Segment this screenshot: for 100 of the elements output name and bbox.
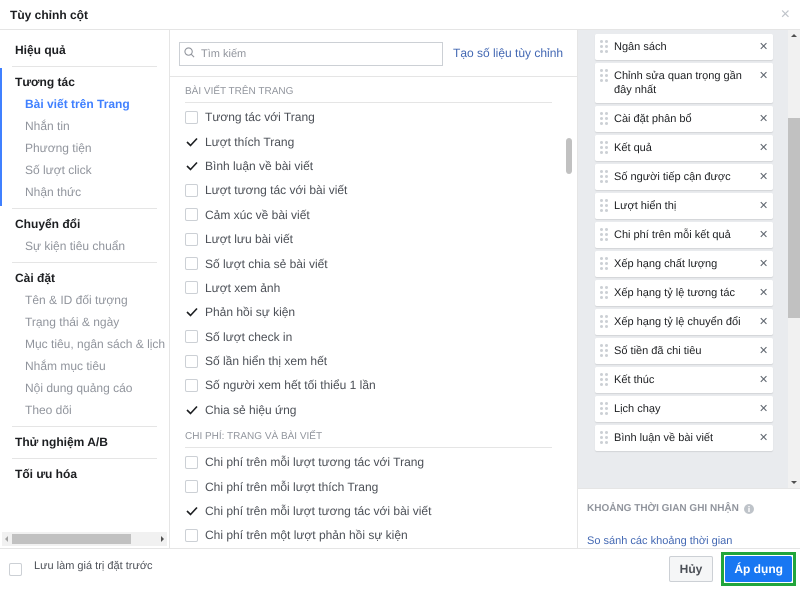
metric-label[interactable]: Số người xem hết tối thiểu 1 lần xyxy=(205,376,376,394)
checkbox[interactable] xyxy=(185,159,198,172)
column-label: Chỉnh sửa quan trọng gần đây nhất xyxy=(614,69,743,97)
column-chip[interactable]: Xếp hạng tỷ lệ chuyển đổi ✕ xyxy=(595,309,773,335)
checkbox[interactable] xyxy=(185,456,198,469)
remove-button[interactable]: ✕ xyxy=(759,199,768,213)
column-chip[interactable]: Lịch chạy ✕ xyxy=(595,396,773,422)
drag-handle-icon[interactable] xyxy=(600,170,608,183)
info-icon[interactable] xyxy=(744,504,754,514)
sidebar-section[interactable]: Hiệu quả xyxy=(15,41,66,59)
remove-button[interactable]: ✕ xyxy=(759,141,768,155)
checkbox[interactable] xyxy=(185,110,198,124)
remove-button[interactable]: ✕ xyxy=(759,257,768,271)
metric-label[interactable]: Phản hồi sự kiện xyxy=(205,303,296,322)
column-chip[interactable]: Bình luận về bài viết ✕ xyxy=(595,425,773,451)
column-chip[interactable]: Cài đặt phân bổ ✕ xyxy=(595,106,773,132)
remove-button[interactable]: ✕ xyxy=(759,112,768,126)
drag-handle-icon[interactable] xyxy=(600,228,608,241)
column-chip[interactable]: Chỉnh sửa quan trọng gần đây nhất ✕ xyxy=(595,63,773,103)
remove-button[interactable]: ✕ xyxy=(759,228,768,242)
column-chip[interactable]: Ngân sách ✕ xyxy=(595,34,773,60)
checkbox[interactable] xyxy=(185,403,198,416)
metric-label[interactable]: Cảm xúc về bài viết xyxy=(205,206,310,224)
sidebar-section[interactable]: Cài đặt xyxy=(15,269,56,287)
column-chip[interactable]: Xếp hạng chất lượng ✕ xyxy=(595,251,773,277)
checkbox[interactable] xyxy=(185,378,198,392)
drag-handle-icon[interactable] xyxy=(600,69,608,82)
checkbox[interactable] xyxy=(185,184,198,197)
metric-label[interactable]: Lượt thích Trang xyxy=(205,132,294,151)
remove-button[interactable]: ✕ xyxy=(759,373,768,387)
sidebar-section[interactable]: Tối ưu hóa xyxy=(15,465,78,483)
checkbox[interactable] xyxy=(185,354,198,368)
checkbox[interactable] xyxy=(185,135,198,148)
checkbox[interactable] xyxy=(9,562,22,576)
remove-button[interactable]: ✕ xyxy=(759,170,768,184)
drag-handle-icon[interactable] xyxy=(600,373,608,386)
column-chip[interactable]: Số tiền đã chi tiêu ✕ xyxy=(595,338,773,364)
column-chip[interactable]: Kết quả ✕ xyxy=(595,135,773,161)
sidebar-section[interactable]: Tương tác xyxy=(15,73,75,91)
drag-handle-icon[interactable] xyxy=(600,141,608,154)
metric-label[interactable]: Chi phí trên mỗi lượt tương tác với Trang xyxy=(205,453,424,472)
search-icon xyxy=(184,47,195,58)
metric-label[interactable]: Số lần hiển thị xem hết xyxy=(205,352,328,370)
checkbox[interactable] xyxy=(185,330,198,344)
column-chip[interactable]: Kết thúc ✕ xyxy=(595,367,773,393)
checkbox[interactable] xyxy=(185,480,198,494)
remove-button[interactable]: ✕ xyxy=(759,402,768,416)
drag-handle-icon[interactable] xyxy=(600,344,608,357)
remove-button[interactable]: ✕ xyxy=(759,315,768,329)
metric-label[interactable]: Chi phí trên mỗi lượt thích Trang xyxy=(205,478,378,496)
column-chip[interactable]: Số người tiếp cận được ✕ xyxy=(595,164,773,190)
column-label: Kết thúc xyxy=(614,373,656,387)
metric-label[interactable]: Tương tác với Trang xyxy=(205,108,315,126)
checkbox[interactable] xyxy=(185,306,198,319)
column-chip[interactable]: Chi phí trên mỗi kết quả ✕ xyxy=(595,222,773,248)
drag-handle-icon[interactable] xyxy=(600,40,608,53)
vertical-scrollbar[interactable] xyxy=(788,30,800,488)
column-chip[interactable]: Lượt hiển thị ✕ xyxy=(595,193,773,219)
metric-label[interactable]: Chi phí trên mỗi lượt tương tác với bài viết xyxy=(205,502,432,520)
scrollbar-thumb[interactable] xyxy=(566,138,572,174)
drag-handle-icon[interactable] xyxy=(600,315,608,328)
column-label: Lịch chạy xyxy=(614,402,662,416)
metric-label[interactable]: Số lượt chia sẻ bài viết xyxy=(205,254,328,273)
checkbox[interactable] xyxy=(185,257,198,270)
remove-button[interactable]: ✕ xyxy=(759,286,768,300)
remove-button[interactable]: ✕ xyxy=(759,344,768,358)
sidebar-item[interactable]: Bài viết trên Trang xyxy=(25,95,130,113)
remove-button[interactable]: ✕ xyxy=(759,69,768,83)
search-field[interactable]: Tìm kiếm xyxy=(179,42,443,66)
checkbox[interactable] xyxy=(185,232,198,246)
checkbox[interactable] xyxy=(185,208,198,222)
window-title: Tùy chỉnh cột xyxy=(10,6,88,24)
remove-button[interactable]: ✕ xyxy=(759,431,768,445)
drag-handle-icon[interactable] xyxy=(600,402,608,415)
metric-label[interactable]: Lượt tương tác với bài viết xyxy=(205,181,348,200)
metric-label[interactable]: Số lượt check in xyxy=(205,328,292,346)
drag-handle-icon[interactable] xyxy=(600,112,608,125)
save-preset-label[interactable]: Lưu làm giá trị đặt trước xyxy=(34,558,153,574)
drag-handle-icon[interactable] xyxy=(600,199,608,212)
drag-handle-icon[interactable] xyxy=(600,257,608,270)
column-chip[interactable]: Xếp hạng tỷ lệ tương tác ✕ xyxy=(595,280,773,306)
remove-button[interactable]: ✕ xyxy=(759,40,768,54)
column-label: Kết quả xyxy=(614,141,653,155)
sidebar-section[interactable]: Thử nghiệm A/B xyxy=(15,433,108,451)
checkbox[interactable] xyxy=(185,504,198,518)
apply-button[interactable]: Áp dụng xyxy=(725,556,792,582)
metric-label[interactable]: Chia sẻ hiệu ứng xyxy=(205,400,296,419)
checkbox[interactable] xyxy=(185,281,198,294)
metric-label[interactable]: Bình luận về bài viết xyxy=(205,156,314,175)
checkbox[interactable] xyxy=(185,528,198,542)
create-custom-metric-link[interactable]: Tạo số liệu tùy chỉnh xyxy=(453,44,564,62)
drag-handle-icon[interactable] xyxy=(600,286,608,299)
metric-label[interactable]: Lượt xem ảnh xyxy=(205,278,280,297)
horizontal-scrollbar[interactable] xyxy=(2,532,167,546)
sidebar-section[interactable]: Chuyển đổi xyxy=(15,215,80,233)
compare-periods-link[interactable]: So sánh các khoảng thời gian xyxy=(587,533,791,550)
metric-label[interactable]: Chi phí trên một lượt phản hồi sự kiện xyxy=(205,526,408,544)
metric-label[interactable]: Lượt lưu bài viết xyxy=(205,230,293,248)
drag-handle-icon[interactable] xyxy=(600,431,608,444)
cancel-button[interactable]: Hủy xyxy=(668,556,714,582)
